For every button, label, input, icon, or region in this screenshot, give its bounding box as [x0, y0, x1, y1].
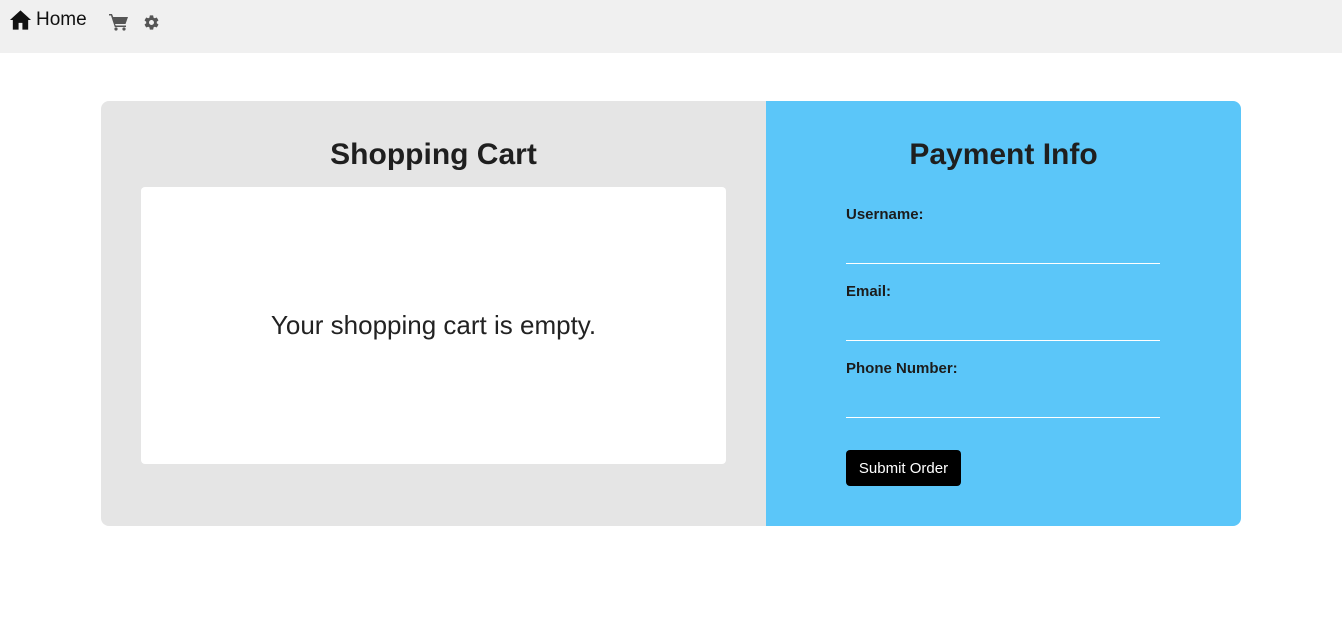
- home-link[interactable]: Home: [9, 8, 87, 32]
- phone-label: Phone Number:: [846, 360, 958, 377]
- payment-info-panel: Payment Info Username: Email: Phone Numb…: [766, 101, 1241, 526]
- cart-icon: [109, 14, 128, 31]
- cart-nav-button[interactable]: [109, 13, 129, 31]
- settings-nav-button[interactable]: [143, 14, 160, 31]
- username-label: Username:: [846, 206, 924, 223]
- home-icon: [9, 10, 32, 30]
- cart-items-box: Your shopping cart is empty.: [141, 187, 726, 464]
- top-navbar: Home: [0, 0, 1342, 53]
- gear-icon: [144, 15, 159, 30]
- home-label: Home: [36, 9, 87, 30]
- shopping-cart-panel: Shopping Cart Your shopping cart is empt…: [101, 101, 766, 526]
- cart-title: Shopping Cart: [330, 138, 537, 171]
- email-label: Email:: [846, 283, 892, 300]
- submit-order-button[interactable]: Submit Order: [846, 450, 961, 486]
- cart-empty-message: Your shopping cart is empty.: [270, 310, 597, 340]
- phone-input[interactable]: [846, 391, 1160, 418]
- username-input[interactable]: [846, 237, 1160, 264]
- email-input[interactable]: [846, 314, 1160, 341]
- payment-title: Payment Info: [909, 138, 1098, 171]
